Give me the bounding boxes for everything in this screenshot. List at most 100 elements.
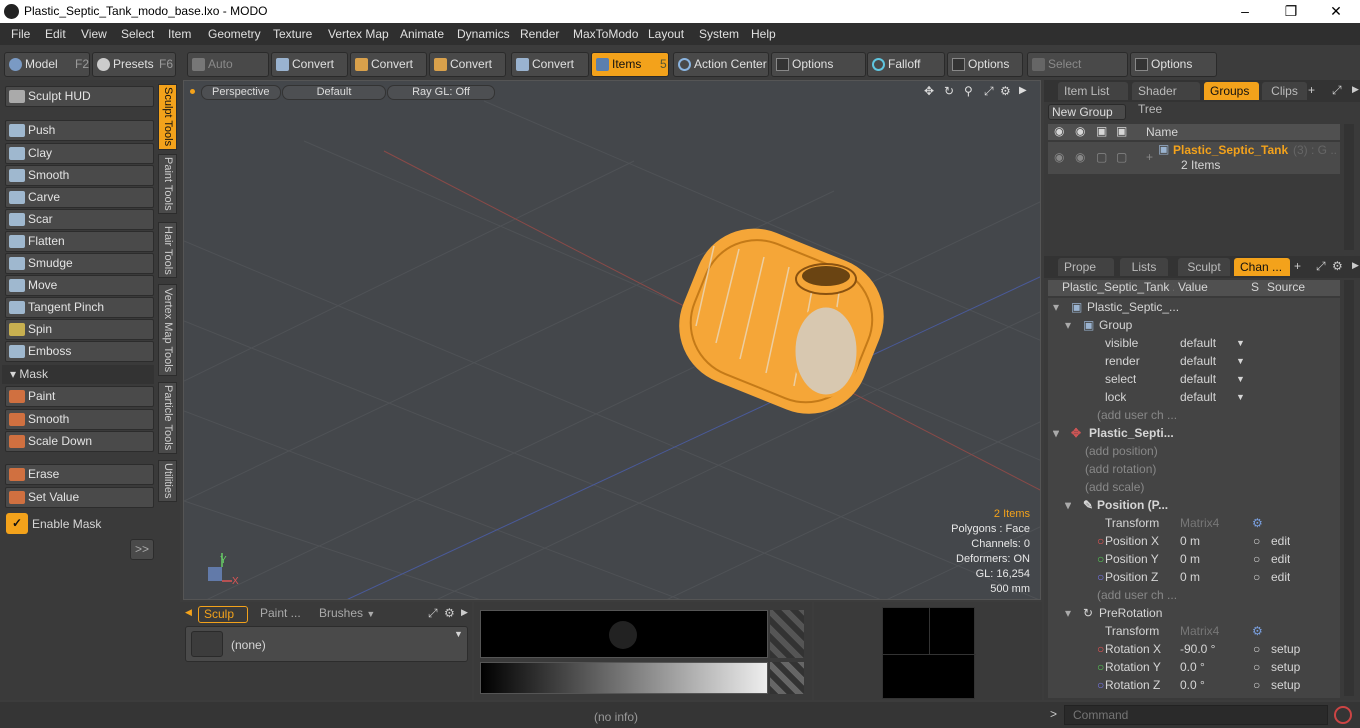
expand-arrow-icon[interactable]: ▶ [461, 607, 468, 618]
tool-smooth[interactable]: Smooth [5, 165, 154, 186]
keyframe-icon[interactable]: ○ [1253, 658, 1260, 676]
select-checkbox-icon[interactable]: ▢ [1116, 150, 1127, 164]
minimize-button[interactable]: – [1222, 0, 1268, 23]
keyframe-icon[interactable]: ○ [1253, 676, 1260, 694]
mask-section-header[interactable]: ▾ Mask [2, 365, 154, 384]
new-group-button[interactable]: New Group [1048, 104, 1126, 120]
tool-scar[interactable]: Scar [5, 209, 154, 230]
gear-icon[interactable]: ⚙ [444, 606, 455, 620]
tab-particle-tools[interactable]: Particle Tools [158, 382, 177, 454]
channel-row[interactable]: render default ▼ [1053, 352, 1340, 370]
tab-paint-tools[interactable]: Paint Tools [158, 154, 177, 214]
popout-icon[interactable]: ⤢ [1316, 259, 1326, 274]
expand-button[interactable]: >> [130, 539, 154, 560]
channel-row[interactable]: ○ Position X0 m ○ edit [1053, 532, 1340, 550]
falloff-options[interactable]: Options [947, 52, 1023, 77]
tool-emboss[interactable]: Emboss [5, 341, 154, 362]
menu-item[interactable]: Item [168, 27, 191, 41]
expand-arrow-icon[interactable]: ▶ [1352, 84, 1359, 95]
keyframe-icon[interactable]: ○ [1253, 568, 1260, 586]
convert-button-4[interactable]: Convert [511, 52, 589, 77]
channel-row[interactable]: ▾ ▣ Plastic_Septic_... [1053, 298, 1340, 316]
channel-row[interactable]: (add position) [1053, 442, 1340, 460]
render-icon[interactable]: ◉ [1075, 150, 1085, 164]
add-tab-icon[interactable]: + [1308, 83, 1315, 97]
menu-texture[interactable]: Texture [273, 27, 312, 41]
tool-carve[interactable]: Carve [5, 187, 154, 208]
convert-button-3[interactable]: Convert [429, 52, 506, 77]
convert-button-2[interactable]: Convert [350, 52, 427, 77]
tab-sculpt[interactable]: Sculpt [1178, 258, 1230, 276]
brush-preset-dropdown[interactable]: (none) ▼ [185, 626, 468, 662]
channel-row[interactable]: ▾ ✥ Plastic_Septi... [1053, 424, 1340, 442]
tab-groups[interactable]: Groups [1204, 82, 1259, 100]
tool-move[interactable]: Move [5, 275, 154, 296]
channel-row[interactable]: ▾ ▣ Group [1053, 316, 1340, 334]
record-icon[interactable] [1334, 706, 1352, 724]
tool-flatten[interactable]: Flatten [5, 231, 154, 252]
groups-scrollbar[interactable] [1344, 124, 1354, 250]
tab-vertex-map-tools[interactable]: Vertex Map Tools [158, 284, 177, 376]
checker-swatch[interactable] [770, 610, 804, 658]
septic-tank-model[interactable] [661, 210, 902, 431]
shading-dropdown[interactable]: Default [282, 85, 386, 100]
matrix-link-icon[interactable]: ⚙ [1252, 514, 1263, 532]
gear-icon[interactable]: ⚙ [1332, 259, 1343, 273]
group-row[interactable]: ◉ ◉ ▢ ▢ + ▣ Plastic_Septic_Tank (3) : G … [1048, 142, 1340, 174]
texture-preview[interactable] [480, 610, 768, 658]
menu-help[interactable]: Help [751, 27, 776, 41]
expand-plus-icon[interactable]: + [1146, 150, 1153, 164]
zoom-icon[interactable]: ⚲ [964, 84, 973, 98]
popout-icon[interactable]: ⤢ [1332, 83, 1342, 98]
menu-edit[interactable]: Edit [45, 27, 66, 41]
tab-properties[interactable]: Prope ... [1058, 258, 1114, 292]
tab-channels[interactable]: Chan ... [1234, 258, 1290, 276]
mask-tool-smooth[interactable]: Smooth [5, 409, 154, 430]
channel-row[interactable]: select default ▼ [1053, 370, 1340, 388]
render-icon[interactable]: ◉ [1075, 124, 1085, 138]
gradient-swatch[interactable] [770, 662, 804, 694]
gradient-ramp[interactable] [480, 662, 768, 694]
convert-button-1[interactable]: Convert [271, 52, 348, 77]
keyframe-icon[interactable]: ○ [1253, 532, 1260, 550]
erase-button[interactable]: Erase [5, 464, 154, 485]
menu-vertex-map[interactable]: Vertex Map [328, 27, 389, 41]
dropdown-arrow-icon[interactable]: ▼ [1236, 334, 1245, 352]
channel-row[interactable]: Transform Matrix4 ⚙ [1053, 622, 1340, 640]
fit-icon[interactable]: ⤢ [984, 84, 994, 99]
tab-clips[interactable]: Clips [1262, 82, 1307, 100]
channel-row[interactable]: ▾ ✎ Position (P... [1053, 496, 1340, 514]
model-button[interactable]: Model F2 [4, 52, 90, 77]
sculpt-hud-button[interactable]: Sculpt HUD [5, 86, 154, 107]
channel-row[interactable]: visible default ▼ [1053, 334, 1340, 352]
lock-checkbox-icon[interactable]: ▢ [1096, 150, 1107, 164]
menu-render[interactable]: Render [520, 27, 559, 41]
tab-sculpt-brushes[interactable]: Sculp ... [198, 606, 248, 636]
tool-clay[interactable]: Clay [5, 143, 154, 164]
color-preview[interactable] [882, 607, 976, 699]
tab-item-list[interactable]: Item List [1058, 82, 1128, 100]
close-button[interactable]: ✕ [1313, 0, 1359, 23]
menu-animate[interactable]: Animate [400, 27, 444, 41]
dropdown-arrow-icon[interactable]: ▼ [1236, 388, 1245, 406]
channel-row[interactable]: ○ Rotation X -90.0 ° ○ setup [1053, 640, 1340, 658]
tab-lists[interactable]: Lists [1120, 258, 1168, 276]
falloff-button[interactable]: Falloff [867, 52, 945, 77]
tool-push[interactable]: Push [5, 120, 154, 141]
channels-scrollbar[interactable] [1344, 280, 1354, 696]
menu-geometry[interactable]: Geometry [208, 27, 261, 41]
channel-row[interactable]: ○ Rotation Y 0.0 ° ○ setup [1053, 658, 1340, 676]
enable-mask-checkbox[interactable]: ✓ [6, 513, 28, 534]
menu-maxtomodo[interactable]: MaxToModo [573, 27, 638, 41]
channel-row[interactable]: ○ Position Y0 m ○ edit [1053, 550, 1340, 568]
keyframe-icon[interactable]: ○ [1253, 550, 1260, 568]
tab-hair-tools[interactable]: Hair Tools [158, 222, 177, 278]
set-value-button[interactable]: Set Value [5, 487, 154, 508]
lock-icon[interactable]: ▣ [1096, 124, 1107, 138]
menu-file[interactable]: File [11, 27, 30, 41]
menu-layout[interactable]: Layout [648, 27, 684, 41]
mask-tool-paint[interactable]: Paint [5, 386, 154, 407]
channel-row[interactable]: (add scale) [1053, 478, 1340, 496]
visibility-eye-icon[interactable]: ◉ [1054, 150, 1064, 164]
channel-row[interactable]: ○ Rotation Z 0.0 ° ○ setup [1053, 676, 1340, 694]
